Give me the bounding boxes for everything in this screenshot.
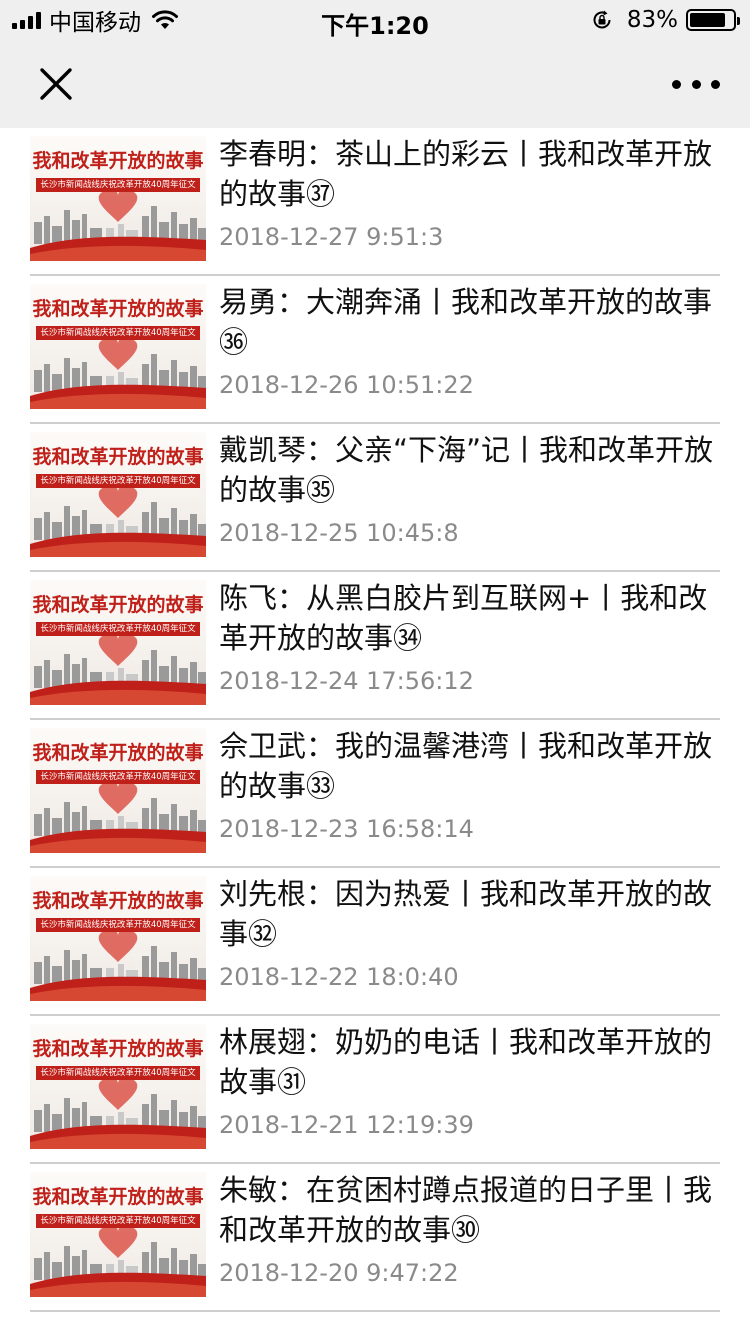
article-item[interactable]: 我和改革开放的故事 长沙市新闻战线庆祝改革开放40周年征文 林展翅：奶奶的电话丨… <box>30 1016 720 1164</box>
thumbnail-title: 我和改革开放的故事 <box>32 298 204 320</box>
status-right: 83% <box>591 6 740 34</box>
nav-bar <box>0 40 750 128</box>
article-thumbnail: 我和改革开放的故事 长沙市新闻战线庆祝改革开放40周年征文 <box>30 432 206 557</box>
thumbnail-title: 我和改革开放的故事 <box>32 150 204 172</box>
thumbnail-subtitle: 长沙市新闻战线庆祝改革开放40周年征文 <box>36 474 200 488</box>
more-button[interactable] <box>672 64 720 104</box>
article-item[interactable]: 我和改革开放的故事 长沙市新闻战线庆祝改革开放40周年征文 朱敏：在贫困村蹲点报… <box>30 1164 720 1312</box>
close-icon <box>40 68 72 100</box>
article-thumbnail: 我和改革开放的故事 长沙市新闻战线庆祝改革开放40周年征文 <box>30 284 206 409</box>
orientation-lock-icon <box>593 10 611 29</box>
article-date: 2018-12-24 17:56:12 <box>219 667 474 695</box>
thumbnail-title: 我和改革开放的故事 <box>32 1186 204 1208</box>
article-date: 2018-12-21 12:19:39 <box>219 1111 474 1139</box>
article-title: 林展翅：奶奶的电话丨我和改革开放的故事㉛ <box>219 1025 713 1099</box>
more-icon <box>672 79 720 89</box>
thumbnail-title: 我和改革开放的故事 <box>32 742 204 764</box>
article-thumbnail: 我和改革开放的故事 长沙市新闻战线庆祝改革开放40周年征文 <box>30 136 206 261</box>
thumbnail-title: 我和改革开放的故事 <box>32 1038 204 1060</box>
thumbnail-subtitle: 长沙市新闻战线庆祝改革开放40周年征文 <box>36 1214 200 1228</box>
status-bar: 中国移动 下午1:20 83% <box>0 0 750 40</box>
article-thumbnail: 我和改革开放的故事 长沙市新闻战线庆祝改革开放40周年征文 <box>30 1024 206 1149</box>
article-thumbnail: 我和改革开放的故事 长沙市新闻战线庆祝改革开放40周年征文 <box>30 876 206 1001</box>
article-date: 2018-12-22 18:0:40 <box>219 963 459 991</box>
thumbnail-subtitle: 长沙市新闻战线庆祝改革开放40周年征文 <box>36 326 200 340</box>
thumbnail-subtitle: 长沙市新闻战线庆祝改革开放40周年征文 <box>36 622 200 636</box>
article-title: 李春明：茶山上的彩云丨我和改革开放的故事㊲ <box>219 137 713 211</box>
article-item[interactable]: 我和改革开放的故事 长沙市新闻战线庆祝改革开放40周年征文 刘先根：因为热爱丨我… <box>30 868 720 1016</box>
thumbnail-subtitle: 长沙市新闻战线庆祝改革开放40周年征文 <box>36 918 200 932</box>
article-title: 陈飞：从黑白胶片到互联网+丨我和改革开放的故事㉞ <box>219 581 708 655</box>
battery-icon <box>686 9 740 31</box>
article-title: 朱敏：在贫困村蹲点报道的日子里丨我和改革开放的故事㉚ <box>219 1173 713 1247</box>
article-date: 2018-12-27 9:51:3 <box>219 223 444 251</box>
article-title: 刘先根：因为热爱丨我和改革开放的故事㉜ <box>219 877 713 951</box>
article-item[interactable]: 我和改革开放的故事 长沙市新闻战线庆祝改革开放40周年征文 戴凯琴：父亲“下海”… <box>30 424 720 572</box>
article-item[interactable]: 我和改革开放的故事 长沙市新闻战线庆祝改革开放40周年征文 陈飞：从黑白胶片到互… <box>30 572 720 720</box>
article-item[interactable]: 我和改革开放的故事 长沙市新闻战线庆祝改革开放40周年征文 易勇：大潮奔涌丨我和… <box>30 276 720 424</box>
article-date: 2018-12-26 10:51:22 <box>219 371 474 399</box>
thumbnail-subtitle: 长沙市新闻战线庆祝改革开放40周年征文 <box>36 770 200 784</box>
close-button[interactable] <box>34 62 78 106</box>
article-title: 戴凯琴：父亲“下海”记丨我和改革开放的故事㉟ <box>219 433 714 507</box>
article-thumbnail: 我和改革开放的故事 长沙市新闻战线庆祝改革开放40周年征文 <box>30 728 206 853</box>
article-date: 2018-12-20 9:47:22 <box>219 1259 459 1287</box>
thumbnail-subtitle: 长沙市新闻战线庆祝改革开放40周年征文 <box>36 178 200 192</box>
thumbnail-subtitle: 长沙市新闻战线庆祝改革开放40周年征文 <box>36 1066 200 1080</box>
battery-level <box>690 13 725 27</box>
item-divider <box>30 1310 720 1312</box>
thumbnail-title: 我和改革开放的故事 <box>32 594 204 616</box>
article-title: 佘卫武：我的温馨港湾丨我和改革开放的故事㉝ <box>219 729 713 803</box>
article-thumbnail: 我和改革开放的故事 长沙市新闻战线庆祝改革开放40周年征文 <box>30 580 206 705</box>
thumbnail-title: 我和改革开放的故事 <box>32 890 204 912</box>
battery-percent: 83% <box>626 7 678 33</box>
article-date: 2018-12-23 16:58:14 <box>219 815 474 843</box>
article-thumbnail: 我和改革开放的故事 长沙市新闻战线庆祝改革开放40周年征文 <box>30 1172 206 1297</box>
article-item[interactable]: 我和改革开放的故事 长沙市新闻战线庆祝改革开放40周年征文 佘卫武：我的温馨港湾… <box>30 720 720 868</box>
thumbnail-title: 我和改革开放的故事 <box>32 446 204 468</box>
article-title: 易勇：大潮奔涌丨我和改革开放的故事㊱ <box>219 285 713 359</box>
article-date: 2018-12-25 10:45:8 <box>219 519 459 547</box>
article-item[interactable]: 我和改革开放的故事 长沙市新闻战线庆祝改革开放40周年征文 李春明：茶山上的彩云… <box>30 128 720 276</box>
